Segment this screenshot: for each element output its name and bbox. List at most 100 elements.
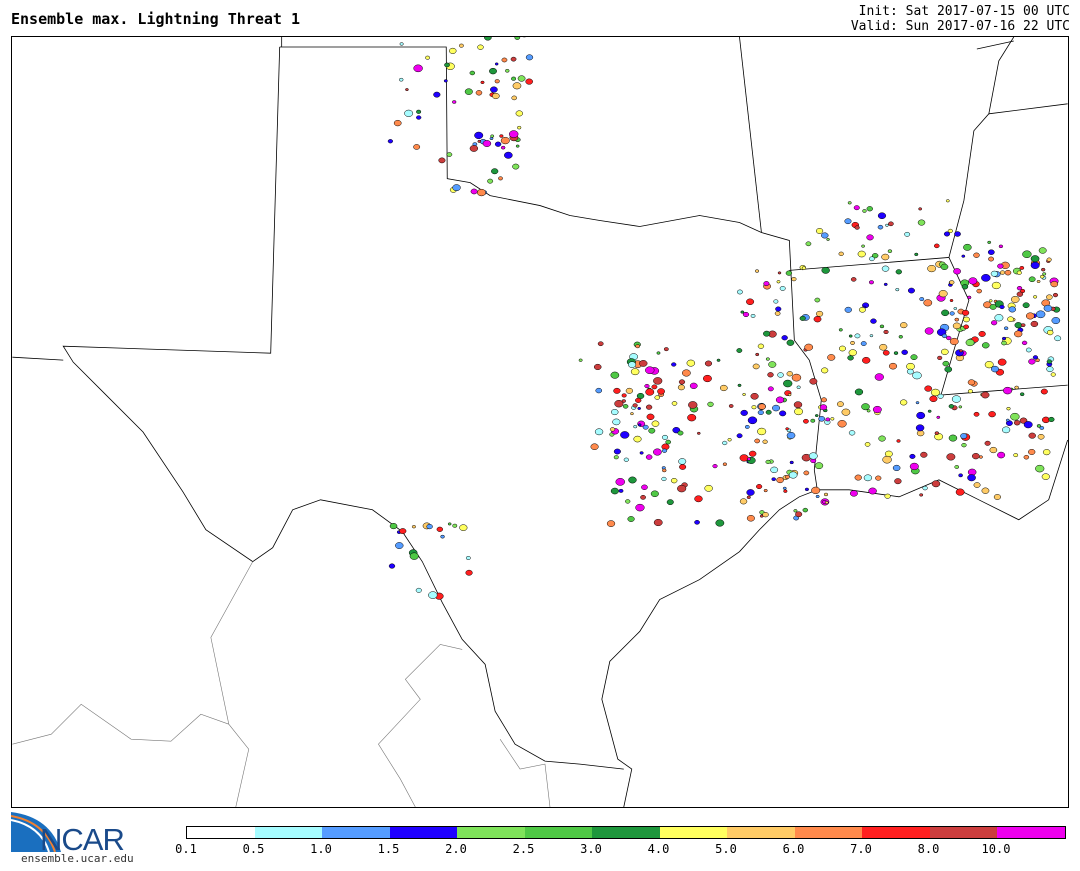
lightning-cell [793, 509, 798, 513]
lightning-cell [630, 412, 634, 416]
lightning-cell [782, 486, 787, 490]
lightning-cell [440, 534, 445, 539]
lightning-cell [746, 489, 755, 496]
lightning-cell [498, 176, 503, 181]
lightning-cell [963, 316, 970, 323]
lightning-cell [399, 77, 404, 82]
lightning-cell [1036, 279, 1041, 283]
colorbar-tick-label: 0.1 [175, 842, 197, 856]
lightning-cell [823, 492, 829, 497]
lightning-cell [722, 440, 728, 446]
lightning-cell [895, 269, 902, 275]
lightning-cell [491, 168, 499, 175]
lightning-cell [1002, 426, 1011, 434]
lightning-cell [958, 405, 963, 409]
lightning-cell [866, 234, 874, 241]
lightning-cell [984, 361, 994, 369]
lightning-cell [757, 410, 764, 415]
colorbar-swatch [457, 827, 525, 838]
lightning-cell [646, 413, 655, 421]
lightning-cell [1010, 412, 1020, 421]
lightning-cell [937, 393, 944, 399]
lightning-cell [954, 465, 960, 469]
lightning-cell [786, 339, 795, 346]
lightning-cell [508, 130, 519, 138]
lightning-cell [981, 274, 991, 282]
lightning-cell [515, 110, 523, 117]
colorbar-tick-label: 0.5 [242, 842, 265, 856]
lightning-cell [1035, 310, 1046, 319]
lightning-cell [1030, 255, 1040, 263]
lightning-cell [973, 411, 980, 417]
lightning-cell [870, 318, 877, 324]
lightning-cell [1010, 295, 1020, 303]
colorbar-swatch [727, 827, 795, 838]
lightning-cell [931, 480, 941, 488]
lightning-cell [446, 152, 453, 157]
lightning-cell [959, 349, 963, 353]
lightning-cell [763, 488, 768, 493]
colorbar-tick-label: 8.0 [917, 842, 940, 856]
lightning-cell [525, 54, 534, 61]
lightning-cell [645, 366, 655, 375]
lightning-cell [653, 518, 663, 527]
lightning-cell [819, 404, 828, 411]
lightning-cell [1025, 347, 1032, 353]
lightning-cell [955, 488, 965, 496]
lightning-cell [522, 37, 526, 38]
lightning-cell [436, 526, 444, 532]
lightning-cell [775, 396, 785, 404]
lightning-cell [1021, 340, 1028, 346]
lightning-cell [484, 37, 492, 41]
lightning-cell [475, 90, 483, 96]
lightning-cell [688, 401, 698, 409]
lightning-cell [758, 403, 766, 410]
lightning-cell [678, 379, 686, 385]
lightning-cell [767, 372, 774, 378]
lightning-cell [929, 395, 938, 403]
lightning-threat-cells [387, 37, 1062, 600]
lightning-cell [949, 299, 954, 302]
lightning-cell [967, 389, 973, 394]
mexico-borders [12, 561, 551, 807]
colorbar-swatch [322, 827, 390, 838]
lightning-cell [677, 484, 687, 493]
lightning-cell [805, 241, 812, 247]
colorbar-tick-label: 7.0 [850, 842, 872, 856]
lightning-cell [818, 416, 826, 422]
lightning-cell [961, 442, 967, 448]
lightning-cell [618, 488, 624, 493]
lightning-cell [877, 224, 884, 230]
lightning-cell [615, 478, 625, 486]
lightning-cell [645, 454, 653, 460]
lightning-cell [997, 451, 1006, 459]
lightning-cell [850, 277, 857, 282]
lightning-cell [787, 393, 792, 397]
lightning-cell [991, 281, 1001, 290]
lightning-cell [477, 44, 484, 50]
lightning-cell [630, 368, 640, 376]
colorbar-tick-label: 3.0 [580, 842, 602, 856]
lightning-cell [687, 414, 697, 422]
lightning-cell [838, 345, 846, 352]
lightning-cell [595, 387, 603, 394]
lightning-cell [882, 350, 890, 356]
lightning-cell [637, 406, 641, 410]
lightning-cell [945, 199, 950, 203]
lightning-cell [866, 206, 873, 212]
lightning-cell [1006, 406, 1011, 411]
lightning-cell [951, 395, 961, 403]
lightning-cell [1014, 330, 1023, 338]
lightning-cell [981, 487, 990, 494]
lightning-cell [651, 420, 660, 427]
lightning-cell [899, 399, 908, 406]
colorbar-swatch [794, 827, 862, 838]
lightning-cell [1013, 420, 1021, 426]
lightning-cell [858, 306, 866, 313]
lightning-cell [459, 524, 468, 531]
lightning-cell [883, 282, 888, 286]
lightning-cell [653, 377, 663, 385]
lightning-cell [978, 455, 983, 459]
lightning-cell [826, 237, 830, 241]
lightning-cell [984, 440, 991, 446]
